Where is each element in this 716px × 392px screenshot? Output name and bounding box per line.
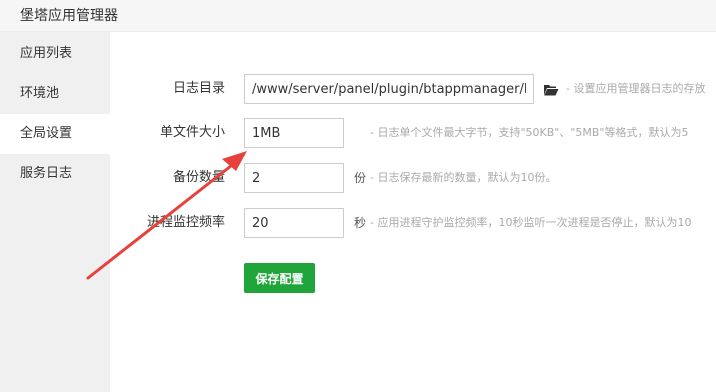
sidebar-item-label: 服务日志 bbox=[20, 166, 73, 181]
sidebar-item-env-pool[interactable]: 环境池 bbox=[0, 74, 110, 114]
sidebar-item-label: 全局设置 bbox=[20, 126, 73, 141]
sidebar-item-label: 环境池 bbox=[20, 86, 60, 101]
monitor-freq-row: 进程监控频率 秒 - 应用进程守护监控频率，10秒监听一次进程是否停止，默认为1… bbox=[110, 208, 716, 238]
backup-count-hint: - 日志保存最新的数量，默认为10份。 bbox=[370, 171, 557, 184]
log-dir-hint: - 设置应用管理器日志的存放 bbox=[566, 82, 706, 95]
sidebar-item-service-logs[interactable]: 服务日志 bbox=[0, 154, 110, 194]
backup-count-label: 备份数量 bbox=[172, 170, 225, 185]
window-title: 堡塔应用管理器 bbox=[20, 8, 118, 24]
file-size-label: 单文件大小 bbox=[159, 125, 225, 140]
monitor-freq-hint: - 应用进程守护监控频率，10秒监听一次进程是否停止，默认为10 bbox=[370, 216, 692, 229]
monitor-freq-unit: 秒 bbox=[354, 216, 367, 230]
backup-count-unit: 份 bbox=[354, 171, 367, 185]
title-bar: 堡塔应用管理器 bbox=[0, 0, 716, 32]
backup-count-input[interactable] bbox=[244, 163, 344, 193]
log-dir-label: 日志目录 bbox=[172, 81, 225, 96]
file-size-row: 单文件大小 - 日志单个文件最大字节，支持"50KB"、"5MB"等格式，默认为… bbox=[110, 118, 716, 148]
sidebar-item-app-list[interactable]: 应用列表 bbox=[0, 34, 110, 74]
sidebar-item-label: 应用列表 bbox=[20, 46, 73, 61]
settings-panel: 日志目录 - 设置应用管理器日志的存放 单文件大小 - 日志单个文件最大字节，支… bbox=[110, 32, 716, 392]
log-dir-input[interactable] bbox=[244, 74, 534, 104]
monitor-freq-input[interactable] bbox=[244, 208, 344, 238]
file-size-input[interactable] bbox=[244, 118, 344, 148]
sidebar-item-global-settings[interactable]: 全局设置 bbox=[0, 114, 110, 154]
monitor-freq-label: 进程监控频率 bbox=[146, 215, 225, 230]
log-dir-row: 日志目录 - 设置应用管理器日志的存放 bbox=[110, 74, 716, 104]
save-config-button[interactable]: 保存配置 bbox=[244, 263, 315, 293]
file-size-hint: - 日志单个文件最大字节，支持"50KB"、"5MB"等格式，默认为5 bbox=[370, 126, 689, 139]
folder-open-icon[interactable] bbox=[543, 82, 559, 96]
sidebar: 应用列表 环境池 全局设置 服务日志 bbox=[0, 32, 110, 392]
backup-count-row: 备份数量 份 - 日志保存最新的数量，默认为10份。 bbox=[110, 163, 716, 193]
